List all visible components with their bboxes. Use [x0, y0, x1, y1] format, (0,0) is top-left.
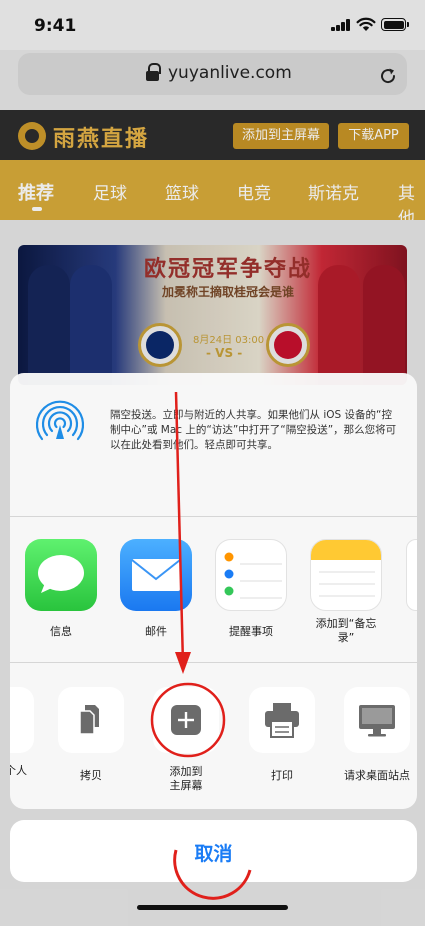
copy-action-label: 拷贝 — [80, 769, 102, 782]
add-to-home-label-line2: 主屏幕 — [169, 779, 203, 792]
copy-icon — [79, 705, 99, 735]
reminders-label: 提醒事项 — [229, 625, 273, 638]
print-action-label: 打印 — [271, 769, 293, 782]
people-action-label: 个人 — [10, 764, 27, 777]
notes-app-button[interactable] — [310, 539, 382, 611]
people-action-button[interactable] — [10, 687, 34, 753]
cancel-label: 取消 — [194, 843, 233, 865]
notes-label-line1: 添加到“备忘 — [315, 617, 377, 630]
divider — [10, 516, 417, 517]
copy-action-button[interactable] — [58, 687, 124, 753]
divider — [10, 662, 417, 663]
desktop-monitor-icon — [359, 705, 395, 737]
notes-icon — [311, 540, 381, 597]
home-indicator — [137, 905, 288, 910]
airdrop-description: 隔空投送。立即与附近的人共享。如果他们从 iOS 设备的“控制中心”或 Mac … — [110, 409, 397, 451]
reminders-app-button[interactable] — [215, 539, 287, 611]
add-square-icon — [171, 705, 201, 735]
printer-icon — [265, 703, 299, 738]
more-apps-button[interactable] — [406, 539, 417, 611]
mail-label: 邮件 — [145, 625, 167, 638]
envelope-icon — [131, 559, 181, 591]
airdrop-icon[interactable] — [32, 395, 88, 451]
messages-app-button[interactable] — [25, 539, 97, 611]
notes-label-line2: 录” — [337, 631, 355, 644]
share-sheet: 隔空投送。立即与附近的人共享。如果他们从 iOS 设备的“控制中心”或 Mac … — [10, 373, 417, 809]
request-desktop-site-button[interactable] — [344, 687, 410, 753]
add-to-home-screen-button[interactable] — [153, 687, 219, 753]
message-bubble-icon — [38, 555, 84, 593]
print-action-button[interactable] — [249, 687, 315, 753]
request-desktop-site-label: 请求桌面站点 — [344, 769, 410, 782]
messages-label: 信息 — [50, 625, 72, 638]
add-to-home-label-line1: 添加到 — [169, 765, 203, 778]
reminders-list-icon — [224, 552, 282, 599]
mail-app-button[interactable] — [120, 539, 192, 611]
cancel-button[interactable]: 取消 — [10, 820, 417, 882]
